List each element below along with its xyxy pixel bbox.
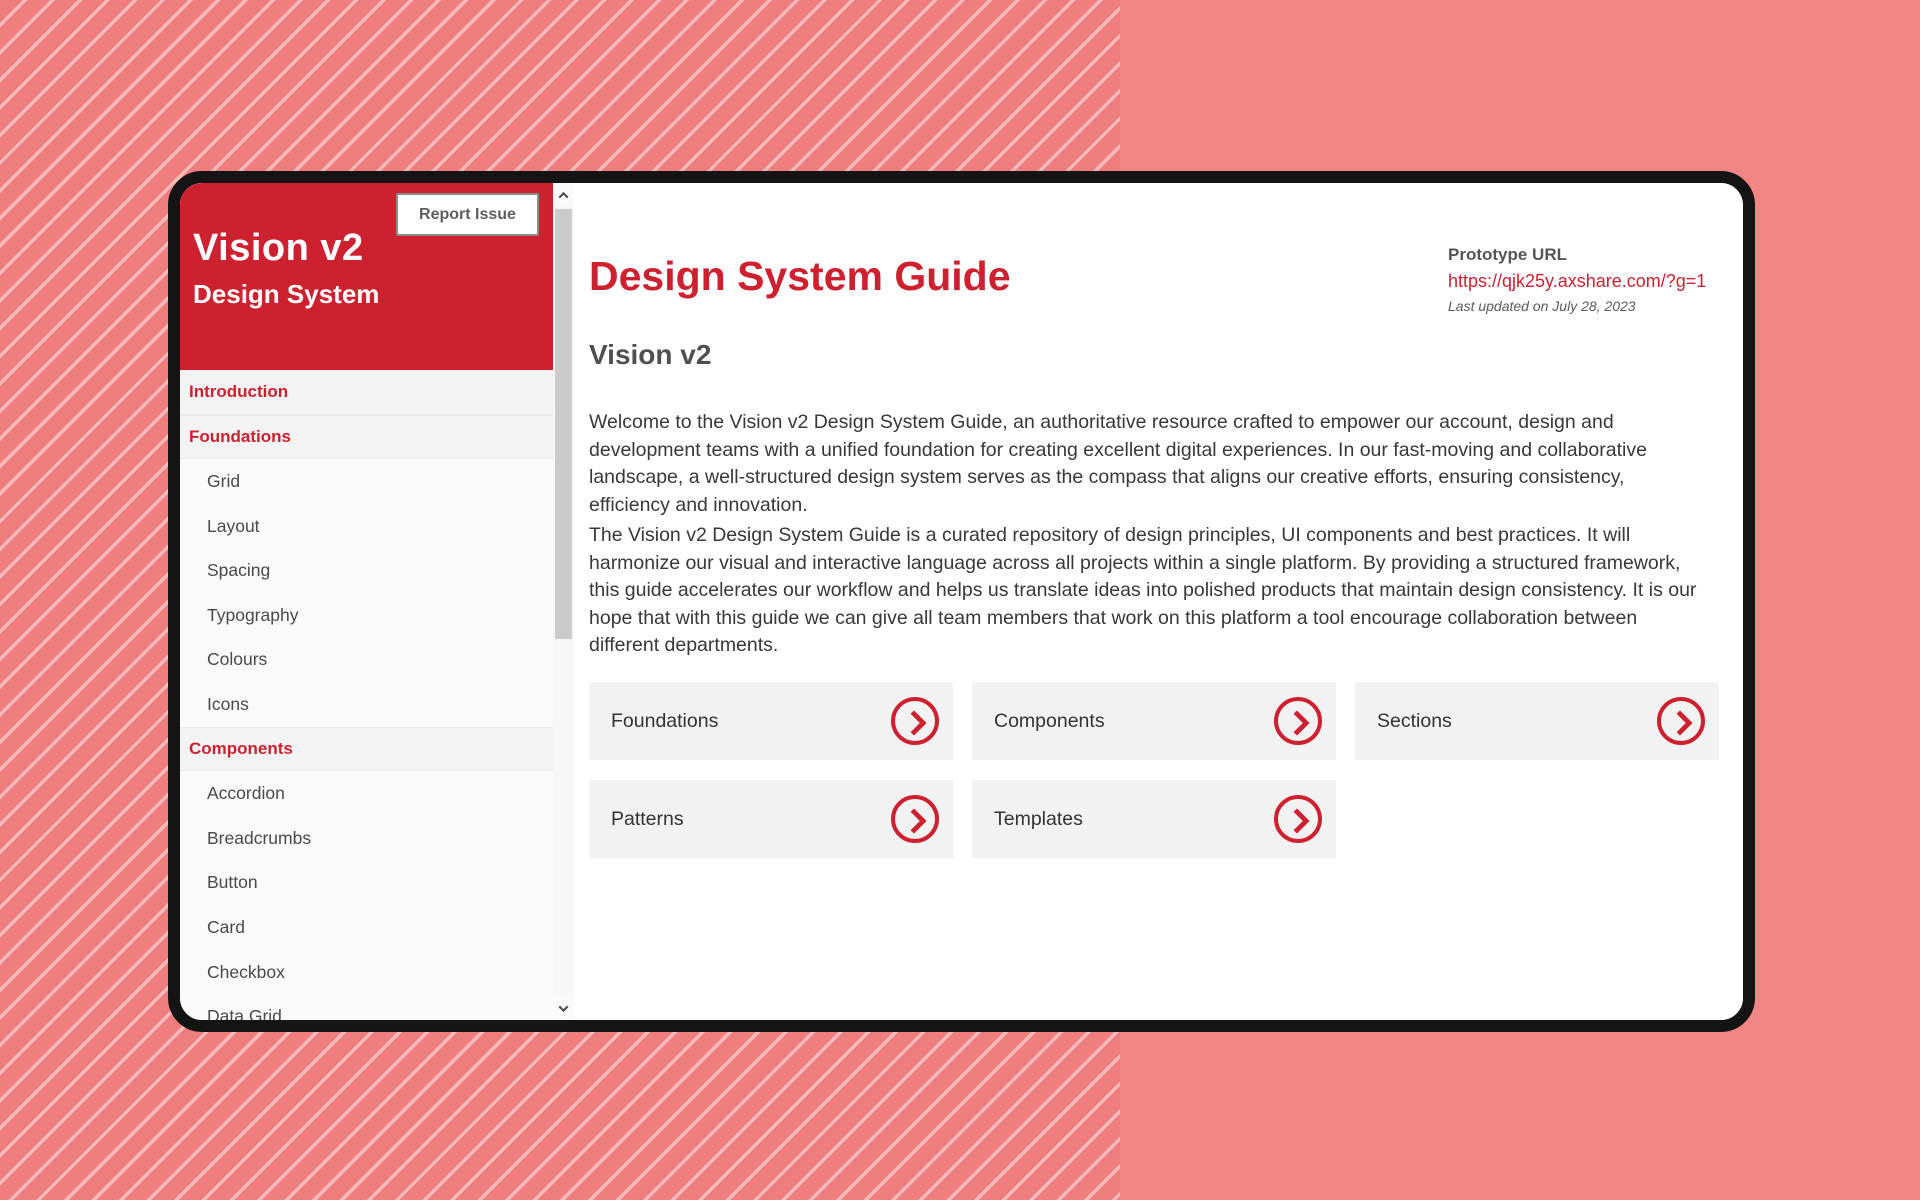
section-cards: Foundations Components Sections Patterns… bbox=[589, 682, 1720, 858]
last-updated-text: Last updated on July 28, 2023 bbox=[1448, 298, 1738, 314]
sidebar-item-label: Checkbox bbox=[207, 962, 285, 983]
card-label: Templates bbox=[994, 808, 1083, 831]
sidebar-section-components[interactable]: Components bbox=[180, 727, 553, 772]
sidebar-item-grid[interactable]: Grid bbox=[180, 459, 553, 504]
scrollbar-thumb[interactable] bbox=[555, 209, 572, 639]
sidebar-item-label: Colours bbox=[207, 649, 267, 670]
sidebar-item-breadcrumbs[interactable]: Breadcrumbs bbox=[180, 816, 553, 861]
sidebar-item-label: Grid bbox=[207, 471, 240, 492]
card-patterns[interactable]: Patterns bbox=[589, 780, 953, 858]
sidebar-item-checkbox[interactable]: Checkbox bbox=[180, 950, 553, 995]
sidebar-header: Report Issue Vision v2 Design System bbox=[180, 183, 553, 370]
brand-title: Vision v2 bbox=[193, 227, 364, 270]
intro-paragraph-1: Welcome to the Vision v2 Design System G… bbox=[589, 409, 1701, 519]
sidebar-item-label: Card bbox=[207, 917, 245, 938]
sidebar-item-data-grid[interactable]: Data Grid bbox=[180, 994, 553, 1020]
sidebar-item-card[interactable]: Card bbox=[180, 905, 553, 950]
sidebar-scrollbar bbox=[553, 183, 574, 1020]
brand-subtitle: Design System bbox=[193, 279, 379, 310]
sidebar-item-label: Spacing bbox=[207, 560, 270, 581]
card-label: Sections bbox=[1377, 710, 1452, 733]
card-foundations[interactable]: Foundations bbox=[589, 682, 953, 760]
page-title: Design System Guide bbox=[589, 253, 1011, 300]
sidebar-item-label: Icons bbox=[207, 694, 249, 715]
sidebar-item-label: Typography bbox=[207, 605, 298, 626]
sidebar-item-label: Accordion bbox=[207, 783, 285, 804]
arrow-right-circle-icon bbox=[1274, 697, 1322, 745]
arrow-right-circle-icon bbox=[891, 795, 939, 843]
arrow-right-circle-icon bbox=[1657, 697, 1705, 745]
chevron-up-icon bbox=[559, 191, 569, 201]
prototype-info: Prototype URL https://qjk25y.axshare.com… bbox=[1448, 245, 1738, 314]
desktop: Report Issue Vision v2 Design System Int… bbox=[0, 0, 1920, 1200]
prototype-url-link[interactable]: https://qjk25y.axshare.com/?g=1 bbox=[1448, 271, 1738, 292]
sidebar-item-spacing[interactable]: Spacing bbox=[180, 548, 553, 593]
sidebar-section-foundations[interactable]: Foundations bbox=[180, 415, 553, 460]
sidebar-item-label: Button bbox=[207, 872, 258, 893]
intro-paragraph-2: The Vision v2 Design System Guide is a c… bbox=[589, 522, 1701, 660]
sidebar-item-label: Components bbox=[189, 739, 293, 759]
sidebar-item-button[interactable]: Button bbox=[180, 861, 553, 906]
app-window: Report Issue Vision v2 Design System Int… bbox=[168, 171, 1755, 1032]
sidebar-item-label: Data Grid bbox=[207, 1006, 282, 1020]
main-content: Design System Guide Prototype URL https:… bbox=[574, 183, 1743, 1020]
sidebar-item-icons[interactable]: Icons bbox=[180, 682, 553, 727]
sidebar-section-introduction[interactable]: Introduction bbox=[180, 370, 553, 415]
section-heading: Vision v2 bbox=[589, 339, 711, 371]
arrow-right-circle-icon bbox=[1274, 795, 1322, 843]
card-label: Foundations bbox=[611, 710, 718, 733]
sidebar-item-typography[interactable]: Typography bbox=[180, 593, 553, 638]
card-label: Components bbox=[994, 710, 1105, 733]
sidebar-nav: Introduction Foundations Grid Layout Spa… bbox=[180, 370, 553, 1020]
report-issue-button[interactable]: Report Issue bbox=[396, 193, 539, 236]
sidebar-item-layout[interactable]: Layout bbox=[180, 504, 553, 549]
sidebar-item-label: Introduction bbox=[189, 382, 288, 402]
scroll-up-button[interactable] bbox=[553, 183, 574, 207]
sidebar: Report Issue Vision v2 Design System Int… bbox=[180, 183, 553, 1020]
prototype-url-label: Prototype URL bbox=[1448, 245, 1738, 265]
card-templates[interactable]: Templates bbox=[972, 780, 1336, 858]
sidebar-item-label: Foundations bbox=[189, 427, 291, 447]
card-components[interactable]: Components bbox=[972, 682, 1336, 760]
sidebar-item-label: Layout bbox=[207, 516, 260, 537]
arrow-right-circle-icon bbox=[891, 697, 939, 745]
scroll-down-button[interactable] bbox=[553, 996, 574, 1020]
card-label: Patterns bbox=[611, 808, 684, 831]
sidebar-item-accordion[interactable]: Accordion bbox=[180, 771, 553, 816]
chevron-down-icon bbox=[559, 1002, 569, 1012]
card-sections[interactable]: Sections bbox=[1355, 682, 1719, 760]
sidebar-item-colours[interactable]: Colours bbox=[180, 638, 553, 683]
sidebar-item-label: Breadcrumbs bbox=[207, 828, 311, 849]
